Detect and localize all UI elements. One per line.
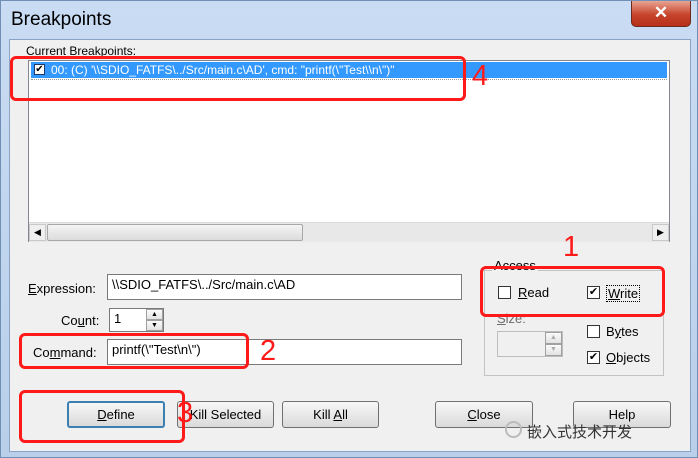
- count-down-icon[interactable]: ▼: [146, 320, 163, 331]
- scroll-left-icon[interactable]: ◀: [29, 224, 46, 241]
- annotation-number-4: 4: [472, 60, 489, 92]
- bytes-label: Bytes: [606, 324, 639, 339]
- annotation-box-4: [10, 56, 466, 101]
- size-up-icon[interactable]: ▲: [545, 332, 562, 344]
- annotation-number-3: 3: [177, 397, 194, 429]
- size-down-icon[interactable]: ▼: [545, 344, 562, 356]
- annotation-box-2: [19, 333, 249, 369]
- watermark: 嵌入式技术开发: [505, 421, 633, 442]
- annotation-number-1: 1: [563, 231, 580, 263]
- objects-checkbox[interactable]: ✔: [587, 351, 600, 364]
- count-label: Count:: [61, 313, 100, 328]
- annotation-box-1: [480, 266, 665, 317]
- objects-label: Objects: [606, 350, 651, 365]
- watermark-text: 嵌入式技术开发: [527, 424, 633, 441]
- kill-all-button[interactable]: Kill All: [282, 401, 379, 428]
- scroll-right-icon[interactable]: ▶: [652, 224, 669, 241]
- annotation-box-3: [19, 390, 185, 443]
- wechat-icon: [505, 421, 522, 438]
- bytes-checkbox[interactable]: [587, 325, 600, 338]
- close-icon: ✕: [653, 3, 669, 22]
- breakpoints-dialog: Breakpoints ✕ Current Breakpoints: ✔ 00:…: [0, 0, 698, 458]
- expression-input[interactable]: \\SDIO_FATFS\../Src/main.c\AD: [107, 274, 462, 300]
- window-close-button[interactable]: ✕: [631, 1, 691, 27]
- expression-label: Expression:: [28, 281, 96, 296]
- scrollbar-thumb[interactable]: [47, 224, 303, 241]
- count-up-icon[interactable]: ▲: [146, 309, 163, 320]
- window-title: Breakpoints: [11, 9, 112, 30]
- annotation-number-2: 2: [260, 335, 277, 367]
